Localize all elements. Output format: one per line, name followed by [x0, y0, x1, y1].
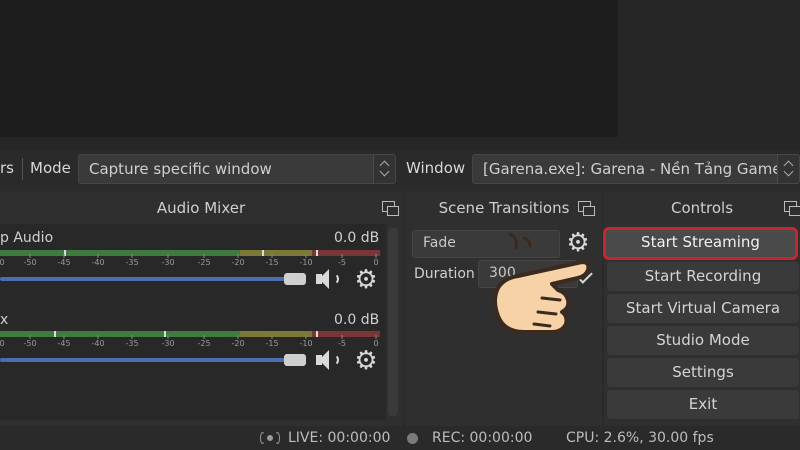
scale-tick-mark: [203, 335, 205, 339]
scale-tick-label: -5: [338, 339, 346, 348]
scene-transitions-title: Scene Transitions: [438, 199, 570, 217]
scale-tick-mark: [29, 335, 31, 339]
scale-tick-mark: [131, 254, 133, 258]
scale-tick-label: -25: [197, 339, 211, 348]
scale-tick-mark: [167, 335, 169, 339]
preview-area: [0, 0, 800, 150]
scale-tick-label: -40: [91, 258, 105, 267]
scale-tick-mark: [271, 335, 273, 339]
scale-tick-label: -60: [0, 339, 5, 348]
track-db-readout: 0.0 dB: [334, 230, 380, 246]
spin-arrows-icon: [373, 155, 395, 183]
duration-label: Duration: [414, 266, 475, 282]
scale-tick-label: -5: [338, 258, 346, 267]
scale-tick-mark: [305, 335, 307, 339]
start-recording-button[interactable]: Start Recording: [607, 262, 799, 291]
scale-tick-mark: [237, 335, 239, 339]
studio-mode-button[interactable]: Studio Mode: [607, 326, 799, 355]
transition-value: Fade: [423, 235, 456, 251]
window-select-value: [Garena.exe]: Garena - Nền Tảng Game: [483, 160, 782, 178]
scale-tick-mark: [203, 254, 205, 258]
volume-slider-handle[interactable]: [284, 273, 306, 285]
live-time: LIVE: 00:00:00: [288, 430, 391, 446]
window-select[interactable]: [Garena.exe]: Garena - Nền Tảng Game: [472, 154, 800, 184]
speaker-icon[interactable]: [316, 268, 342, 290]
scale-tick-mark: [29, 254, 31, 258]
volume-meter: [0, 331, 380, 337]
scale-tick-mark: [271, 254, 273, 258]
scale-tick-mark: [131, 335, 133, 339]
rec-time: REC: 00:00:00: [432, 430, 533, 446]
mode-select-value: Capture specific window: [89, 160, 272, 178]
scale-tick-label: -35: [125, 258, 139, 267]
scale-tick-label: -20: [231, 258, 245, 267]
mixer-scrollbar[interactable]: [388, 228, 398, 416]
float-icon[interactable]: [784, 201, 800, 216]
volume-slider[interactable]: [0, 277, 300, 281]
filters-label-fragment: rs: [0, 159, 14, 177]
scale-tick-mark: [341, 254, 343, 258]
scale-tick-mark: [63, 335, 65, 339]
exit-button[interactable]: Exit: [607, 390, 799, 419]
scale-tick-label: -25: [197, 258, 211, 267]
audio-mixer-dock: Audio Mixer p Audio 0.0 dB -60 -50 -45 -40 -…: [0, 192, 402, 426]
record-dot-icon: [407, 433, 418, 444]
gear-icon[interactable]: ⚙: [354, 348, 378, 374]
scale-tick-mark: [167, 254, 169, 258]
scale-tick-mark: [341, 335, 343, 339]
window-label: Window: [406, 159, 466, 177]
scale-tick-label: -45: [57, 258, 71, 267]
speaker-icon[interactable]: [316, 349, 342, 371]
pointing-hand-icon: [493, 232, 591, 334]
scale-tick-label: -50: [23, 339, 37, 348]
scale-tick-mark: [375, 335, 377, 339]
scale-tick-mark: [237, 254, 239, 258]
cpu-readout: CPU: 2.6%, 30.00 fps: [566, 430, 714, 446]
audio-mixer-body: p Audio 0.0 dB -60 -50 -45 -40 -35 -30 -25 -20 -…: [0, 224, 386, 420]
settings-button[interactable]: Settings: [607, 358, 799, 387]
scale-tick-label: -60: [0, 258, 5, 267]
track-db-readout: 0.0 dB: [334, 312, 380, 328]
scale-tick-label: -10: [299, 258, 313, 267]
volume-meter: [0, 250, 380, 256]
float-icon[interactable]: [578, 201, 595, 216]
preview-canvas[interactable]: [0, 0, 618, 137]
divider: [22, 158, 23, 180]
scale-tick-label: -15: [265, 258, 279, 267]
scale-tick-label: -15: [265, 339, 279, 348]
scale-tick-label: -35: [125, 339, 139, 348]
scale-tick-mark: [375, 254, 377, 258]
scale-tick-label: -10: [299, 339, 313, 348]
scale-tick-label: -20: [231, 339, 245, 348]
controls-title: Controls: [670, 199, 734, 217]
track-name: p Audio: [0, 230, 54, 246]
volume-slider[interactable]: [0, 358, 300, 362]
mode-label: Mode: [30, 159, 71, 177]
scale-tick-mark: [305, 254, 307, 258]
scale-tick-label: -30: [161, 258, 175, 267]
audio-mixer-title: Audio Mixer: [156, 199, 246, 217]
volume-slider-handle[interactable]: [284, 354, 306, 366]
scale-tick-label: -50: [23, 258, 37, 267]
float-icon[interactable]: [382, 201, 399, 216]
scale-tick-mark: [97, 254, 99, 258]
start-virtual-camera-button[interactable]: Start Virtual Camera: [607, 294, 799, 323]
track-name: x: [0, 312, 9, 328]
scale-tick-label: -30: [161, 339, 175, 348]
status-bar: LIVE: 00:00:00 REC: 00:00:00 CPU: 2.6%, …: [0, 426, 800, 450]
broadcast-icon: [258, 430, 282, 446]
scale-tick-mark: [63, 254, 65, 258]
gear-icon[interactable]: ⚙: [354, 267, 378, 293]
scale-tick-mark: [97, 335, 99, 339]
source-properties-bar: rs Mode Capture specific window Window […: [0, 150, 800, 188]
scale-tick-label: -40: [91, 339, 105, 348]
scale-tick-label: -45: [57, 339, 71, 348]
spin-arrows-icon: [777, 155, 799, 183]
mode-select[interactable]: Capture specific window: [78, 154, 396, 184]
start-streaming-button[interactable]: Start Streaming: [603, 227, 798, 260]
